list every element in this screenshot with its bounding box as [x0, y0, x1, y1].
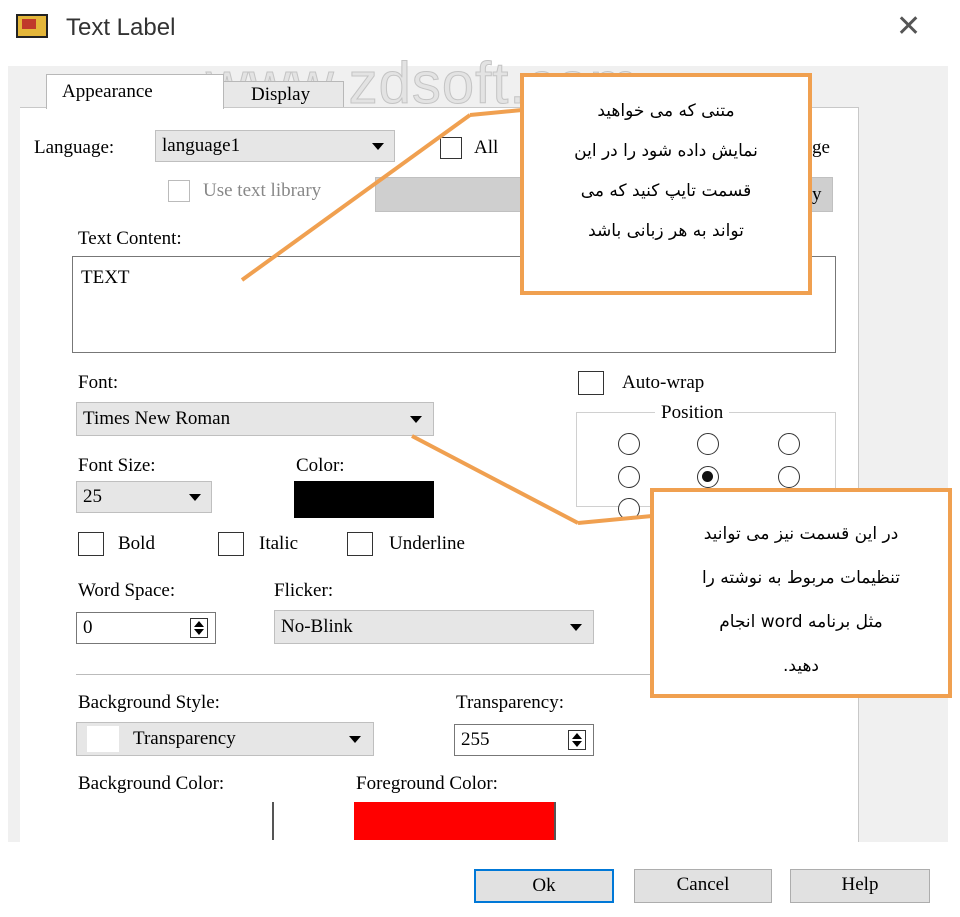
annotation-lines [240, 108, 653, 525]
note2-line1: در این قسمت نیز می توانید [703, 524, 899, 544]
annotation-callout-1: متنی که می خواهید نمایش داده شود را در ا… [520, 73, 812, 295]
note2-line4: دهید. [783, 656, 819, 676]
annotation-connector-2 [411, 434, 579, 525]
note1-line3: قسمت تایپ کنید که می [580, 181, 752, 201]
annotation-callout-2: در این قسمت نیز می توانید تنظیمات مربوط … [650, 488, 952, 698]
note2-line3: مثل برنامه word انجام [719, 612, 883, 632]
note2-line2: تنظیمات مربوط به نوشته را [701, 568, 901, 588]
annotation-connector-2b [577, 514, 653, 525]
note1-line4: تواند به هر زبانی باشد [588, 221, 744, 241]
note1-line1: متنی که می خواهید [597, 101, 735, 121]
note1-line2: نمایش داده شود را در این [574, 141, 758, 161]
annotation-connector-1b [469, 108, 523, 117]
annotation-connector-1 [240, 113, 472, 282]
